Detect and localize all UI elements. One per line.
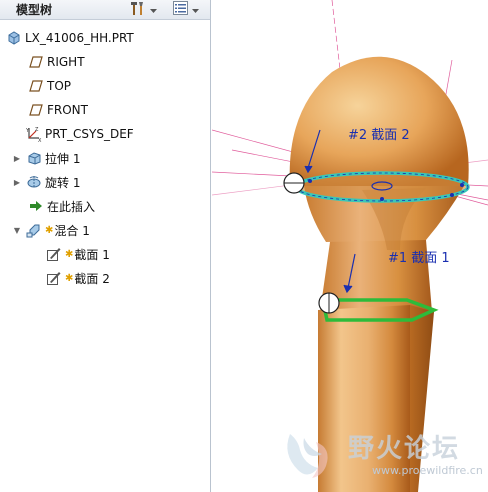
watermark: 野火论坛 www.proewildfire.cn — [278, 428, 488, 488]
regenerate-star-icon: ✱ — [45, 224, 54, 236]
tree-item-label: 混合 1 — [54, 223, 90, 238]
tree-item-extrude[interactable]: ▶ 拉伸 1 — [0, 147, 210, 169]
tree-item-label: PRT_CSYS_DEF — [45, 127, 134, 141]
chevron-down-icon — [192, 3, 199, 17]
tools-icon — [130, 1, 146, 19]
section-sketch-icon — [46, 246, 62, 262]
model-tree-header: 模型树 — [0, 0, 210, 20]
tree-item-label: 截面 2 — [74, 271, 110, 286]
tree-item-part[interactable]: LX_41006_HH.PRT — [0, 27, 210, 49]
tree-item-section-2[interactable]: ✱ 截面 2 — [0, 267, 210, 289]
chevron-down-icon — [150, 3, 157, 17]
list-view-icon — [173, 1, 188, 18]
tree-item-label: FRONT — [47, 103, 88, 117]
datum-plane-icon — [28, 54, 44, 70]
part-icon — [6, 30, 22, 46]
tree-item-label: 旋转 1 — [45, 175, 81, 190]
tree-item-label: TOP — [47, 79, 72, 93]
section-2-label[interactable]: #2 截面 2 — [348, 124, 410, 143]
watermark-logo-icon — [287, 434, 328, 478]
csys-icon: Y X Z — [26, 126, 42, 142]
model-tree-title: 模型树 — [16, 3, 53, 17]
tree-item-right-plane[interactable]: RIGHT — [0, 51, 210, 73]
datum-plane-icon — [28, 78, 44, 94]
svg-text:Z: Z — [35, 127, 39, 133]
tree-item-revolve[interactable]: ▶ 旋转 1 — [0, 171, 210, 193]
tree-item-blend[interactable]: ▼ ✱ 混合 1 — [0, 219, 210, 241]
tree-show-button[interactable] — [173, 1, 199, 18]
regenerate-star-icon: ✱ — [65, 248, 74, 260]
model-tree-panel: 模型树 LX_41006_HH.PRT RIGHT TOP FRONT Y X … — [0, 0, 211, 492]
tree-item-label: LX_41006_HH.PRT — [25, 31, 134, 45]
extrude-icon — [26, 150, 42, 166]
tree-item-section-1[interactable]: ✱ 截面 1 — [0, 243, 210, 265]
start-point-marker-2 — [283, 172, 305, 194]
collapse-arrow-icon[interactable]: ▼ — [12, 226, 22, 235]
datum-plane-icon — [28, 102, 44, 118]
expand-arrow-icon[interactable]: ▶ — [12, 154, 22, 163]
model-render — [212, 0, 488, 492]
tree-settings-button[interactable] — [130, 1, 157, 19]
section-sketch-icon — [46, 270, 62, 286]
blend-icon — [26, 222, 42, 238]
start-point-marker-1 — [318, 292, 340, 314]
tree-item-front-plane[interactable]: FRONT — [0, 99, 210, 121]
tree-item-label: 截面 1 — [74, 247, 110, 262]
tree-item-csys[interactable]: Y X Z PRT_CSYS_DEF — [0, 123, 210, 145]
tree-item-label: RIGHT — [47, 55, 85, 69]
svg-text:X: X — [38, 138, 42, 142]
tree-item-label: 拉伸 1 — [45, 151, 81, 166]
tree-item-top-plane[interactable]: TOP — [0, 75, 210, 97]
graphics-viewport[interactable]: #2 截面 2 #1 截面 1 野火论坛 www.proewildfire.cn — [212, 0, 488, 492]
revolve-icon — [26, 174, 42, 190]
tree-item-insert-here[interactable]: 在此插入 — [0, 195, 210, 217]
watermark-url: www.proewildfire.cn — [372, 464, 483, 477]
tree-item-label: 在此插入 — [47, 199, 96, 214]
regenerate-star-icon: ✱ — [65, 272, 74, 284]
section-1-label[interactable]: #1 截面 1 — [388, 247, 450, 266]
expand-arrow-icon[interactable]: ▶ — [12, 178, 22, 187]
insert-here-arrow-icon — [28, 198, 44, 214]
watermark-title: 野火论坛 — [348, 434, 461, 464]
